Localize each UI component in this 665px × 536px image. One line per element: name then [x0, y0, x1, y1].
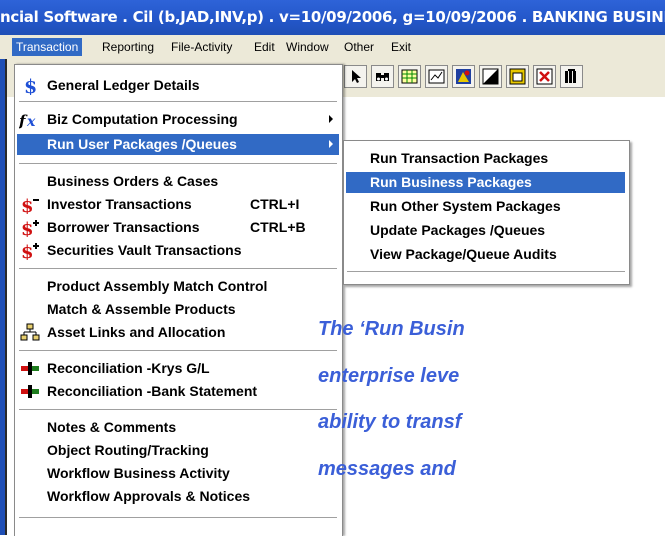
submenu-item-update-packages-queues[interactable]: Update Packages /Queues: [346, 220, 625, 241]
menu-item-workflow-approvals-notices[interactable]: Workflow Approvals & Notices: [17, 486, 339, 507]
menu-separator: [19, 409, 337, 411]
menu-item-label: Asset Links and Allocation: [47, 324, 226, 340]
submenu-item-label: Update Packages /Queues: [370, 222, 546, 238]
menu-item-label: Match & Assemble Products: [47, 301, 236, 317]
menu-item-label: Business Orders & Cases: [47, 173, 219, 189]
hierarchy-icon: [19, 323, 41, 342]
menu-item-label: Securities Vault Transactions: [47, 242, 242, 258]
submenu-item-view-package-queue-audits[interactable]: View Package/Queue Audits: [346, 244, 625, 265]
menu-item-label: Reconciliation -Krys G/L: [47, 360, 210, 376]
menu-separator: [347, 271, 625, 273]
dollar-plus-icon: $: [19, 241, 41, 263]
menu-item-label: Borrower Transactions: [47, 219, 200, 235]
reconcile-icon: [19, 382, 41, 401]
menu-exit[interactable]: Exit: [391, 38, 411, 56]
menu-item-label: Reconciliation -Bank Statement: [47, 383, 258, 399]
submenu-item-label: Run Other System Packages: [370, 198, 561, 214]
shortcut-label: CTRL+I: [250, 196, 300, 212]
menu-item-run-user-packages-queues[interactable]: Run User Packages /Queues: [17, 134, 339, 155]
menu-item-label: Object Routing/Tracking: [47, 442, 209, 458]
menu-bar: Transaction Reporting File-Activity Edit…: [0, 35, 665, 59]
menu-separator: [19, 517, 337, 519]
submenu-arrow-icon: [329, 140, 333, 148]
menu-item-label: Workflow Business Activity: [47, 465, 230, 481]
menu-item-business-orders-cases[interactable]: Business Orders & Cases: [17, 171, 339, 192]
submenu-item-run-transaction-packages[interactable]: Run Transaction Packages: [346, 148, 625, 169]
menu-item-borrower-transactions[interactable]: $ Borrower Transactions CTRL+B: [17, 217, 339, 240]
menu-transaction[interactable]: Transaction: [12, 38, 83, 56]
menu-file-activity[interactable]: File-Activity: [171, 38, 232, 56]
menu-reporting[interactable]: Reporting: [102, 38, 154, 56]
callout-line-1: The ‘Run Busin: [318, 318, 465, 340]
menu-item-label: Workflow Approvals & Notices: [47, 488, 251, 504]
menu-separator: [19, 268, 337, 270]
menu-item-securities-vault-transactions[interactable]: $ Securities Vault Transactions: [17, 240, 339, 263]
svg-text:$: $: [21, 242, 34, 260]
menu-item-reconciliation-krys-gl[interactable]: Reconciliation -Krys G/L: [17, 358, 339, 379]
menu-item-label: Biz Computation Processing: [47, 111, 238, 127]
menu-item-product-assembly-match-control[interactable]: Product Assembly Match Control: [17, 276, 339, 297]
callout-line-2: enterprise leve: [318, 365, 460, 387]
callout-line-4: messages and: [318, 458, 456, 480]
menu-item-label: Run User Packages /Queues: [47, 136, 237, 152]
dollar-plus-icon: $: [19, 218, 41, 240]
submenu-item-label: View Package/Queue Audits: [370, 246, 557, 262]
menu-item-reconciliation-bank-statement[interactable]: Reconciliation -Bank Statement: [17, 381, 339, 402]
binoculars-icon[interactable]: [371, 65, 394, 88]
menu-item-notes-comments[interactable]: Notes & Comments: [17, 417, 339, 438]
pointer-icon[interactable]: [344, 65, 367, 88]
menu-item-investor-transactions[interactable]: $ Investor Transactions CTRL+I: [17, 194, 339, 217]
contrast-icon[interactable]: [479, 65, 502, 88]
submenu-arrow-icon: [329, 115, 333, 123]
menu-separator: [19, 163, 337, 165]
svg-text:$: $: [24, 76, 37, 95]
frame-icon[interactable]: [506, 65, 529, 88]
chart-icon[interactable]: [425, 65, 448, 88]
dollar-icon: $: [19, 76, 41, 98]
menu-item-match-assemble-products[interactable]: Match & Assemble Products: [17, 299, 339, 320]
window-left-border: [5, 59, 7, 535]
menu-separator: [19, 350, 337, 352]
shapes-icon[interactable]: [452, 65, 475, 88]
menu-window[interactable]: Window: [286, 38, 329, 56]
menu-item-label: Investor Transactions: [47, 196, 192, 212]
dollar-minus-icon: $: [19, 195, 41, 217]
library-icon[interactable]: [560, 65, 583, 88]
menu-item-label: General Ledger Details: [47, 77, 200, 93]
window-title-bar: ncial Software . Cil (b,JAD,INV,p) . v=1…: [0, 0, 665, 35]
svg-text:$: $: [21, 219, 34, 237]
transaction-menu: $ General Ledger Details fx Biz Computat…: [14, 64, 343, 536]
shortcut-label: CTRL+B: [250, 219, 306, 235]
menu-separator: [19, 101, 337, 103]
cancel-icon[interactable]: [533, 65, 556, 88]
window-title: ncial Software . Cil (b,JAD,INV,p) . v=1…: [0, 8, 665, 26]
grid-icon[interactable]: [398, 65, 421, 88]
menu-other[interactable]: Other: [344, 38, 374, 56]
packages-submenu: Run Transaction Packages Run Business Pa…: [343, 140, 630, 285]
submenu-item-run-business-packages[interactable]: Run Business Packages: [346, 172, 625, 193]
submenu-item-label: Run Business Packages: [370, 174, 532, 190]
menu-item-asset-links-and-allocation[interactable]: Asset Links and Allocation: [17, 322, 339, 343]
reconcile-icon: [19, 359, 41, 378]
menu-edit[interactable]: Edit: [254, 38, 275, 56]
function-icon: fx: [18, 110, 41, 130]
svg-text:$: $: [21, 196, 34, 214]
menu-item-label: Product Assembly Match Control: [47, 278, 268, 294]
menu-item-workflow-business-activity[interactable]: Workflow Business Activity: [17, 463, 339, 484]
callout-line-3: ability to transf: [318, 411, 462, 433]
menu-item-biz-computation-processing[interactable]: fx Biz Computation Processing: [17, 109, 339, 130]
menu-item-object-routing-tracking[interactable]: Object Routing/Tracking: [17, 440, 339, 461]
svg-text:x: x: [26, 114, 36, 129]
submenu-item-label: Run Transaction Packages: [370, 150, 549, 166]
submenu-item-run-other-system-packages[interactable]: Run Other System Packages: [346, 196, 625, 217]
menu-item-label: Notes & Comments: [47, 419, 177, 435]
menu-item-general-ledger-details[interactable]: $ General Ledger Details: [17, 75, 339, 98]
